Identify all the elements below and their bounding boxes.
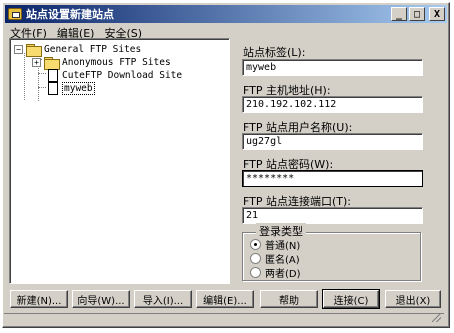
- site-tree[interactable]: − General FTP Sites + Anonymous FTP Site…: [9, 38, 230, 284]
- user-input[interactable]: ug27gl: [242, 133, 423, 150]
- tree-item-general-ftp-sites[interactable]: − General FTP Sites: [14, 42, 142, 57]
- radio-normal[interactable]: 普通(N): [250, 237, 300, 252]
- app-icon: [8, 8, 22, 20]
- new-button[interactable]: 新建(N)...: [10, 290, 68, 308]
- minimize-button[interactable]: _: [391, 7, 407, 21]
- radio-anonymous[interactable]: 匿名(A): [250, 251, 300, 266]
- site-document-icon: [48, 81, 58, 95]
- expand-icon[interactable]: +: [32, 57, 41, 67]
- radio-unchecked-icon[interactable]: [250, 253, 261, 264]
- radio-both[interactable]: 两者(D): [250, 265, 301, 280]
- tree-item-anonymous-ftp-sites[interactable]: + Anonymous FTP Sites: [32, 55, 171, 70]
- exit-button[interactable]: 退出(X): [385, 290, 441, 308]
- tree-connector: [38, 87, 46, 88]
- close-button[interactable]: X: [429, 7, 445, 21]
- folder-open-icon: [26, 43, 42, 57]
- resize-grip-icon[interactable]: [432, 313, 441, 322]
- tree-item-label: myweb: [62, 81, 95, 95]
- radio-label: 两者(D): [265, 269, 301, 280]
- tree-connector: [24, 53, 25, 100]
- folder-icon: [44, 56, 60, 70]
- radio-unchecked-icon[interactable]: [250, 267, 261, 278]
- radio-checked-icon[interactable]: [250, 239, 261, 250]
- radio-label: 匿名(A): [265, 255, 300, 266]
- tree-item-label: General FTP Sites: [44, 43, 142, 55]
- password-input[interactable]: ********: [242, 170, 423, 187]
- site-label-input[interactable]: myweb: [242, 59, 423, 76]
- import-button[interactable]: 导入(I)...: [134, 290, 192, 308]
- tree-item-label: Anonymous FTP Sites: [62, 56, 171, 68]
- collapse-icon[interactable]: −: [14, 44, 23, 54]
- radio-label: 普通(N): [265, 241, 301, 252]
- host-input[interactable]: 210.192.102.112: [242, 96, 423, 113]
- edit-button[interactable]: 编辑(E)...: [196, 290, 254, 308]
- status-bar: [4, 313, 444, 324]
- wizard-button[interactable]: 向导(W)...: [72, 290, 130, 308]
- site-label-caption: 站点标签(L):: [243, 46, 306, 59]
- window-title: 站点设置新建站点: [26, 8, 114, 21]
- connect-button[interactable]: 连接(C): [322, 289, 380, 309]
- tree-item-cuteftp-download-site[interactable]: CuteFTP Download Site: [46, 68, 182, 82]
- title-bar: 站点设置新建站点 _ □ X: [5, 5, 447, 23]
- tree-item-label: CuteFTP Download Site: [62, 69, 183, 81]
- tree-item-myweb[interactable]: myweb: [46, 81, 95, 95]
- maximize-button[interactable]: □: [409, 7, 425, 21]
- site-document-icon: [48, 68, 58, 82]
- help-button[interactable]: 帮助: [260, 290, 318, 308]
- port-input[interactable]: 21: [242, 207, 423, 224]
- tree-connector: [38, 73, 46, 74]
